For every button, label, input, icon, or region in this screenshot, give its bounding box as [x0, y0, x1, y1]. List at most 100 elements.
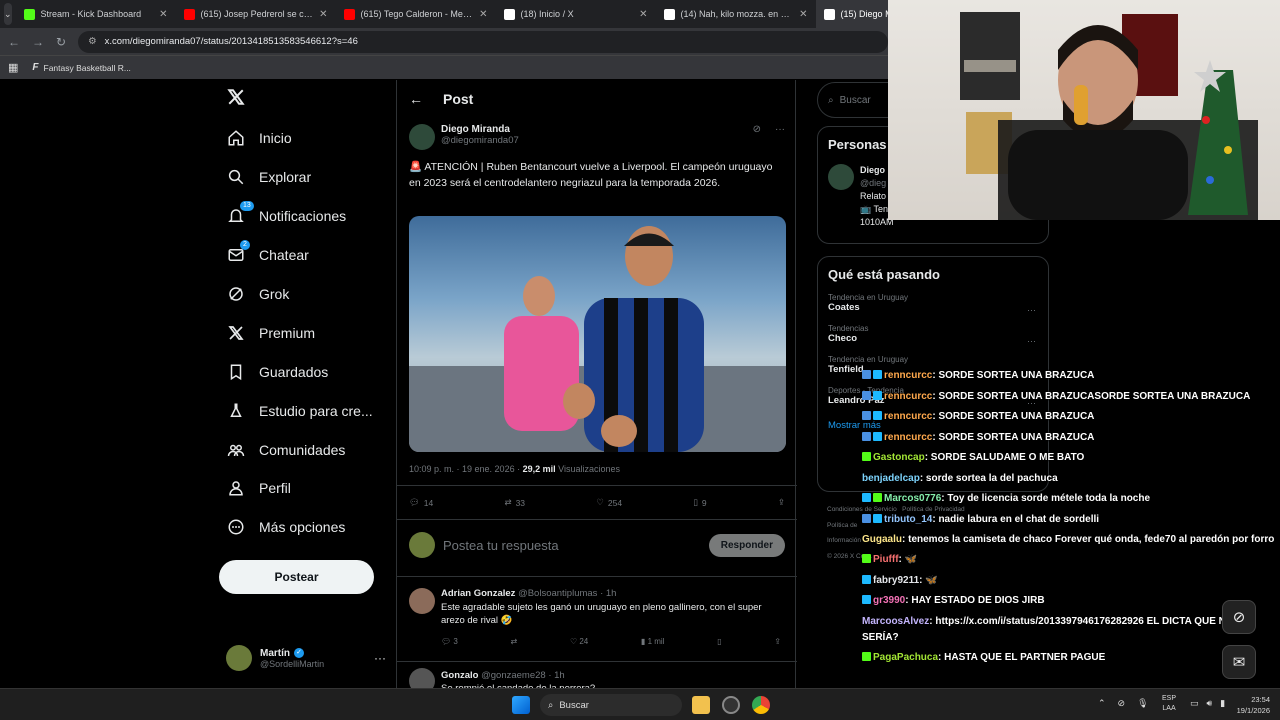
views-icon[interactable]: ▮ 1 mil: [641, 637, 665, 646]
nav-item-explorar[interactable]: Explorar: [215, 158, 395, 197]
chat-username[interactable]: MarcoosAlvez: [862, 616, 929, 627]
browser-tab[interactable]: (14) Nah, kilo mozza. en X: "Pa...✕: [656, 0, 816, 28]
more-icon[interactable]: ···: [1027, 336, 1036, 346]
back-icon[interactable]: ←: [8, 35, 20, 49]
mic-icon[interactable]: 🎙︎: [1137, 698, 1148, 709]
author-avatar[interactable]: [409, 124, 435, 150]
nav-item-guardados[interactable]: Guardados: [215, 352, 395, 391]
browser-tab[interactable]: (18) Inicio / X ✕: [496, 0, 656, 28]
nav-label: Premium: [259, 324, 316, 341]
apps-icon[interactable]: ▦: [8, 61, 18, 74]
chat-badge-icon: [862, 370, 871, 379]
nav-item-estudio-para-cre[interactable]: Estudio para cre...: [215, 391, 395, 430]
more-icon[interactable]: ···: [775, 124, 785, 150]
author-handle[interactable]: @diegomiranda07: [441, 135, 747, 146]
nav-item-perfil[interactable]: Perfil: [215, 469, 395, 508]
more-icon[interactable]: ···: [374, 651, 386, 665]
post-image[interactable]: [409, 216, 786, 452]
heart-icon: ♡: [596, 497, 604, 507]
browser-tab[interactable]: (615) Josep Pedrerol se cabrea ...✕: [176, 0, 336, 28]
trend-item[interactable]: Tendencias Checo ···: [828, 324, 1038, 346]
chat-username[interactable]: Gastoncap: [873, 452, 925, 463]
grok-icon[interactable]: ⊘: [1222, 600, 1256, 634]
chat-badge-icon: [873, 493, 882, 502]
chat-username[interactable]: fabry9211: [873, 575, 919, 586]
avatar: [226, 645, 252, 671]
x-logo-icon[interactable]: [227, 88, 245, 111]
close-icon[interactable]: ✕: [639, 9, 647, 20]
chat-username[interactable]: renncurcc: [884, 391, 932, 402]
share-icon[interactable]: ⇪: [774, 637, 781, 646]
chevron-up-icon[interactable]: ⌃: [1098, 698, 1106, 709]
people-icon: [227, 444, 245, 456]
more-icon[interactable]: ···: [1027, 305, 1036, 315]
volume-icon[interactable]: 🔊︎: [1207, 698, 1213, 709]
repost-action[interactable]: ⇄ 33: [504, 497, 525, 508]
chat-badge-icon: [873, 513, 882, 523]
grok-icon[interactable]: ⊘: [753, 124, 761, 150]
browser-tab[interactable]: (615) Tego Calderon - Metele S...✕: [336, 0, 496, 28]
nav-item-chatear[interactable]: 2 Chatear: [215, 236, 395, 275]
chat-username[interactable]: tributo_14: [884, 514, 932, 525]
tab-list-button[interactable]: ⌄: [4, 3, 12, 25]
chat-username[interactable]: renncurcc: [884, 411, 932, 422]
nav-item-más-opciones[interactable]: Más opciones: [215, 508, 395, 547]
chat-username[interactable]: Marcos0776: [884, 493, 941, 504]
taskbar-search[interactable]: ⌕ Buscar: [540, 694, 682, 716]
chat-username[interactable]: PagaPachuca: [873, 652, 938, 663]
avatar[interactable]: [828, 164, 854, 190]
nav-item-notificaciones[interactable]: 13 Notificaciones: [215, 197, 395, 236]
share-icon[interactable]: ⇪: [778, 497, 785, 508]
clock[interactable]: 23:54 19/1/2026: [1228, 694, 1270, 716]
chat-text: : tenemos la camiseta de chaco Forever q…: [902, 534, 1275, 545]
battery-icon[interactable]: ▮: [1220, 698, 1225, 709]
network-off-icon[interactable]: ⊘: [1118, 698, 1126, 709]
file-explorer-icon[interactable]: [692, 696, 710, 714]
reply-action[interactable]: 💬︎ 14: [409, 497, 433, 508]
nav-item-comunidades[interactable]: Comunidades: [215, 430, 395, 469]
chat-username[interactable]: gr3990: [873, 595, 905, 606]
url-field[interactable]: ⚙ x.com/diegomiranda07/status/2013418513…: [78, 30, 888, 53]
close-icon[interactable]: ✕: [319, 9, 327, 20]
close-icon[interactable]: ✕: [799, 9, 807, 20]
chat-username[interactable]: renncurcc: [884, 370, 932, 381]
nav-item-grok[interactable]: Grok: [215, 275, 395, 314]
messages-icon[interactable]: ✉: [1222, 645, 1256, 679]
account-switcher[interactable]: Martín ✓ @SordelliMartin ···: [226, 643, 396, 673]
chat-username[interactable]: renncurcc: [884, 432, 932, 443]
site-info-icon[interactable]: ⚙: [88, 36, 97, 47]
chat-message: renncurcc: SORDE SORTEA UNA BRAZUCA: [862, 407, 1280, 428]
heart-icon[interactable]: ♡ 24: [570, 637, 588, 646]
monitor-icon[interactable]: ▭: [1190, 698, 1199, 709]
reply-tweet[interactable]: Adrian Gonzalez @Bolsoantiplumas · 1h Es…: [397, 580, 797, 662]
reply-button[interactable]: Responder: [708, 533, 785, 557]
reply-input[interactable]: Postea tu respuesta: [443, 538, 701, 553]
chat-username[interactable]: Piufff: [873, 554, 899, 565]
bookmark-item[interactable]: F Fantasy Basketball R...: [32, 62, 131, 73]
bookmark-action[interactable]: ▯ 9: [693, 497, 706, 508]
obs-icon[interactable]: [722, 696, 740, 714]
chat-username[interactable]: benjadelcap: [862, 473, 920, 484]
close-icon[interactable]: ✕: [159, 9, 167, 20]
nav-item-premium[interactable]: Premium: [215, 313, 395, 352]
forward-icon[interactable]: →: [32, 35, 44, 49]
close-icon[interactable]: ✕: [479, 9, 487, 20]
bookmark-icon[interactable]: ▯: [717, 637, 721, 646]
chat-message: MarcoosAlvez: https://x.com/i/status/201…: [862, 612, 1280, 648]
language-indicator[interactable]: ESP LAA: [1162, 694, 1176, 714]
author-name[interactable]: Diego Miranda: [441, 124, 747, 135]
back-arrow-icon[interactable]: ←: [409, 91, 423, 107]
post-button[interactable]: Postear: [219, 560, 374, 594]
repost-icon[interactable]: ⇄: [511, 637, 518, 646]
chat-badge-icon: [862, 431, 871, 441]
reply-icon[interactable]: 💬︎ 3: [441, 637, 458, 646]
nav-item-inicio[interactable]: Inicio: [215, 119, 395, 158]
chat-username[interactable]: Gugaalu: [862, 534, 902, 545]
reload-icon[interactable]: ↻: [56, 35, 66, 49]
trend-item[interactable]: Tendencia en Uruguay Coates ···: [828, 293, 1038, 315]
browser-tab[interactable]: Stream - Kick Dashboard ✕: [16, 0, 176, 28]
chat-badge-icon: [862, 513, 871, 523]
windows-start-icon[interactable]: [512, 696, 530, 714]
like-action[interactable]: ♡ 254: [596, 497, 622, 508]
chrome-icon[interactable]: [752, 696, 770, 714]
